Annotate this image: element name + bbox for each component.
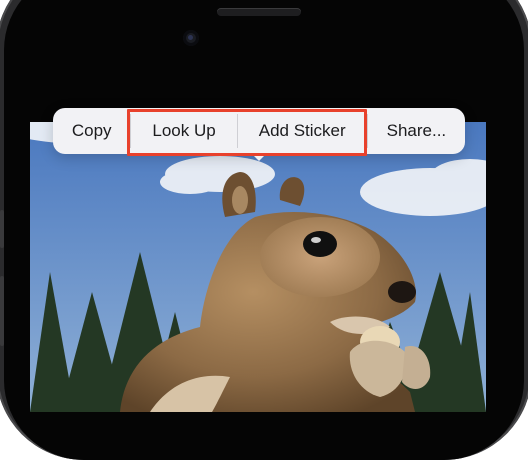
earpiece-speaker bbox=[217, 8, 301, 16]
front-camera-icon bbox=[183, 30, 199, 46]
side-button-top bbox=[0, 210, 4, 248]
context-menu: Copy Look Up Add Sticker Share... bbox=[53, 108, 465, 154]
menu-item-copy[interactable]: Copy bbox=[53, 108, 130, 154]
side-button-bottom bbox=[0, 276, 4, 346]
photo-screen[interactable] bbox=[30, 122, 486, 412]
menu-item-look-up[interactable]: Look Up bbox=[131, 108, 236, 154]
menu-pointer-arrow bbox=[251, 153, 267, 161]
menu-item-add-sticker[interactable]: Add Sticker bbox=[238, 108, 367, 154]
squirrel-photo[interactable] bbox=[30, 122, 486, 412]
menu-item-share[interactable]: Share... bbox=[368, 108, 465, 154]
